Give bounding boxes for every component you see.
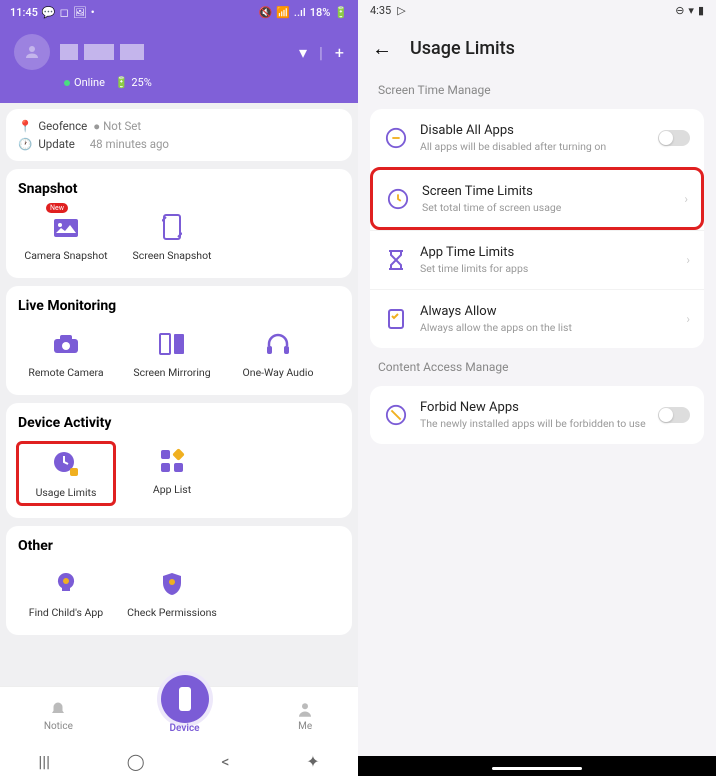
section-title: Other — [16, 538, 342, 554]
screen-mirroring-tile[interactable]: Screen Mirroring — [122, 324, 222, 383]
back-button[interactable]: ← — [372, 36, 392, 61]
app-list-icon — [156, 445, 188, 477]
app-list-tile[interactable]: App List — [122, 441, 222, 506]
avatar[interactable] — [14, 34, 50, 70]
usage-limits-tile[interactable]: Usage Limits — [16, 441, 116, 506]
screen-time-limits-row[interactable]: Screen Time Limits Set total time of scr… — [372, 169, 702, 228]
device-battery: 🔋 25% — [115, 76, 152, 89]
chevron-right-icon: › — [686, 253, 690, 267]
status-more: • — [91, 6, 95, 19]
screen-time-card: Disable All Apps All apps will be disabl… — [370, 109, 704, 348]
checklist-icon — [384, 307, 408, 331]
app-header: ← Usage Limits — [358, 20, 716, 77]
section-title: Snapshot — [16, 181, 342, 197]
camera-snapshot-icon — [50, 211, 82, 243]
disable-icon — [384, 126, 408, 150]
live-monitoring-card: Live Monitoring Remote Camera Screen Mir… — [6, 286, 352, 395]
content-access-card: Forbid New Apps The newly installed apps… — [370, 386, 704, 444]
mirror-icon — [156, 328, 188, 360]
chevron-right-icon: › — [684, 192, 688, 206]
status-icon: 🖼 — [73, 6, 87, 19]
app-time-limits-row[interactable]: App Time Limits Set time limits for apps… — [370, 230, 704, 289]
status-time: 4:35 — [370, 4, 391, 17]
check-permissions-tile[interactable]: Check Permissions — [122, 564, 222, 623]
dropdown-button[interactable]: ▾ — [299, 43, 307, 62]
one-way-audio-tile[interactable]: One-Way Audio — [228, 324, 328, 383]
device-activity-card: Device Activity Usage Limits App List — [6, 403, 352, 518]
profile-header: ▾ | + Online 🔋 25% — [0, 24, 358, 103]
status-time: 11:45 — [10, 6, 38, 19]
add-button[interactable]: + — [335, 43, 344, 62]
nav-bar-black — [358, 756, 716, 776]
info-strip: 📍Geofence ● Not Set 🕐Update 48 minutes a… — [6, 109, 352, 161]
other-card: Other Find Child's App Check Permissions — [6, 526, 352, 635]
remote-camera-tile[interactable]: Remote Camera — [16, 324, 116, 383]
forbid-new-apps-row[interactable]: Forbid New Apps The newly installed apps… — [370, 386, 704, 444]
disable-all-apps-row[interactable]: Disable All Apps All apps will be disabl… — [370, 109, 704, 167]
wifi-icon: 📶 — [276, 6, 290, 19]
find-child-app-tile[interactable]: Find Child's App — [16, 564, 116, 623]
battery-pct: 18% — [310, 6, 331, 19]
section-title: Live Monitoring — [16, 298, 342, 314]
lightbulb-icon — [50, 568, 82, 600]
home-indicator[interactable] — [492, 767, 582, 770]
bottom-nav: Notice Device Me — [0, 686, 358, 746]
device-fab-icon — [161, 675, 209, 723]
section-title: Device Activity — [16, 415, 342, 431]
forbid-icon — [384, 403, 408, 427]
battery-icon: ▮ — [698, 4, 704, 17]
android-nav-bar: ||| ◯ < ✦ — [0, 746, 358, 776]
online-status: Online — [64, 76, 105, 89]
geofence-icon: 📍 — [18, 119, 32, 133]
headphones-icon — [262, 328, 294, 360]
divider: | — [319, 43, 323, 62]
screen-snapshot-tile[interactable]: Screen Snapshot — [122, 207, 222, 266]
screen-snapshot-icon — [156, 211, 188, 243]
signal-icon: ..ıl — [294, 6, 306, 19]
section-label: Screen Time Manage — [358, 77, 716, 103]
snapshot-card: Snapshot New Camera Snapshot Screen Snap… — [6, 169, 352, 278]
camera-icon — [50, 328, 82, 360]
recent-apps-button[interactable]: ||| — [38, 752, 50, 771]
toggle-switch[interactable] — [658, 130, 690, 146]
home-button[interactable]: ◯ — [127, 752, 145, 771]
play-icon: ▷ — [397, 4, 405, 17]
new-badge: New — [46, 203, 68, 213]
nav-notice[interactable]: Notice — [44, 701, 73, 732]
status-bar: 11:45 💬 ◻ 🖼 • 🔇 📶 ..ıl 18% 🔋 — [0, 0, 358, 24]
dnd-icon: ⊖ — [675, 4, 684, 17]
hourglass-icon — [384, 248, 408, 272]
chevron-right-icon: › — [686, 312, 690, 326]
back-button[interactable]: < — [221, 752, 229, 771]
clock-icon: 🕐 — [18, 137, 32, 151]
always-allow-row[interactable]: Always Allow Always allow the apps on th… — [370, 289, 704, 348]
section-label: Content Access Manage — [358, 354, 716, 380]
nav-device[interactable]: Device — [161, 699, 209, 734]
clock-icon — [386, 187, 410, 211]
accessibility-button[interactable]: ✦ — [306, 752, 319, 771]
status-icon: ◻ — [60, 6, 69, 19]
status-msg-icon: 💬 — [42, 6, 56, 19]
status-bar: 4:35 ▷ ⊖ ▾ ▮ — [358, 0, 716, 20]
battery-icon: 🔋 — [334, 6, 348, 19]
wifi-icon: ▾ — [688, 4, 694, 17]
mute-icon: 🔇 — [258, 6, 272, 19]
usage-limits-icon — [50, 448, 82, 480]
nav-me[interactable]: Me — [296, 701, 314, 732]
page-title: Usage Limits — [410, 38, 515, 59]
shield-icon — [156, 568, 188, 600]
camera-snapshot-tile[interactable]: New Camera Snapshot — [16, 207, 116, 266]
profile-name-redacted — [60, 44, 144, 60]
toggle-switch[interactable] — [658, 407, 690, 423]
